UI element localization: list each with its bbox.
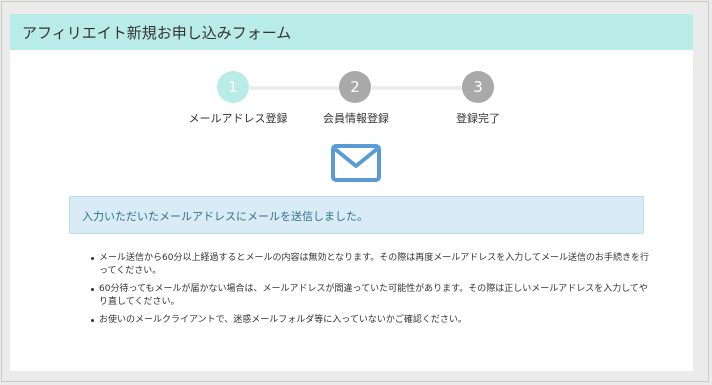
success-alert: 入力いただいたメールアドレスにメールを送信しました。 xyxy=(69,196,644,234)
step-2-label: 会員情報登録 xyxy=(323,112,389,125)
envelope-icon xyxy=(331,144,381,186)
step-3-label: 登録完了 xyxy=(456,112,500,125)
step-3-number: 3 xyxy=(473,78,483,96)
step-1-label: メールアドレス登録 xyxy=(188,112,288,125)
step-3-circle: 3 xyxy=(462,71,494,103)
step-2-circle: 2 xyxy=(339,71,371,103)
step-2-number: 2 xyxy=(350,78,360,96)
note-item-3: お使いのメールクライアントで、迷惑メールフォルダ等に入っていないかご確認ください… xyxy=(91,314,651,327)
alert-message: 入力いただいたメールアドレスにメールを送信しました。 xyxy=(82,210,368,223)
note-item-1: メール送信から60分以上経過するとメールの内容は無効となります。その際は再度メー… xyxy=(91,252,651,278)
note-item-2: 60分待ってもメールが届かない場合は、メールアドレスが間違っていた可能性がありま… xyxy=(91,283,651,309)
progress-steps: 1 2 3 メールアドレス登録 会員情報登録 登録完了 xyxy=(0,0,712,140)
step-1-circle: 1 xyxy=(217,71,249,103)
notes-list: メール送信から60分以上経過するとメールの内容は無効となります。その際は再度メー… xyxy=(91,252,651,332)
step-1-number: 1 xyxy=(228,78,238,96)
